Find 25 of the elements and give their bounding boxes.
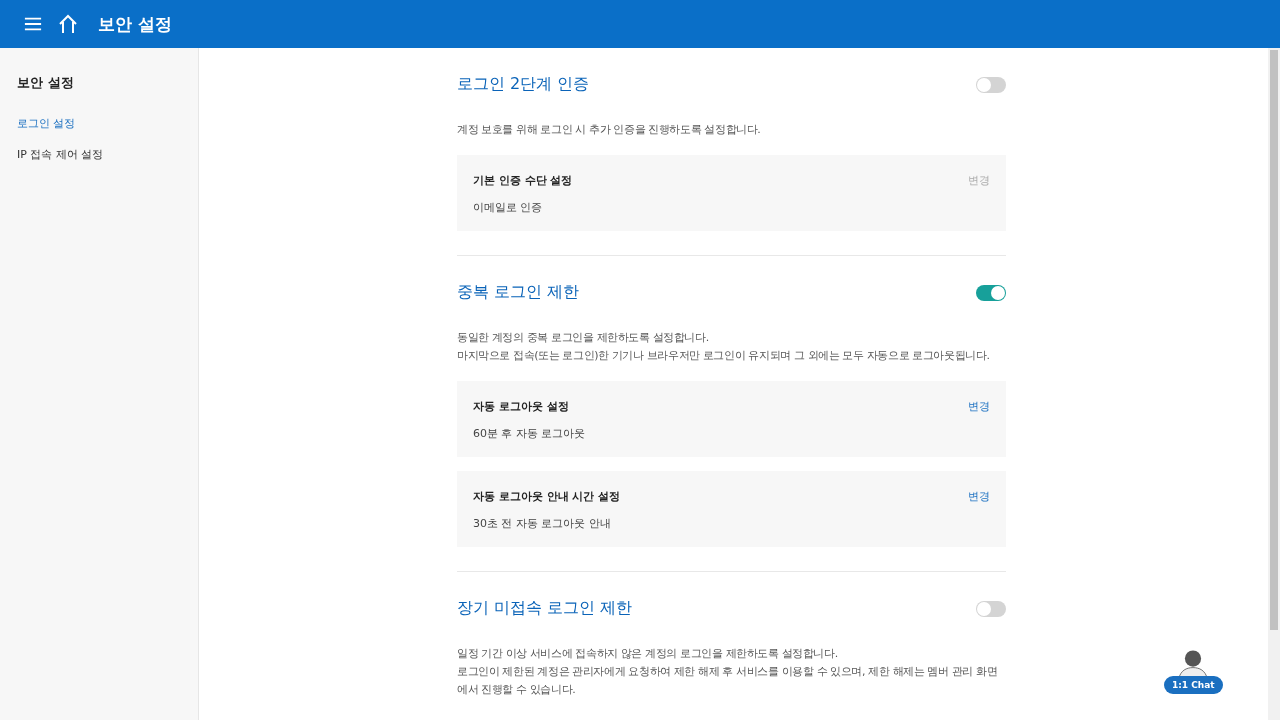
scrollbar[interactable] <box>1268 48 1280 720</box>
sidebar-item[interactable]: 로그인 설정 <box>17 116 76 131</box>
section-description: 일정 기간 이상 서비스에 접속하지 않은 계정의 로그인을 제한하도록 설정합니다. 로그인이 제한된 계정은 관리자에게 요청하여 제한 해제 후 서비스를 이용할 수 있으며, 제한 해제는 멤버 관리 화면에서 진행할 수 있습니다. <box>457 646 999 698</box>
setting-label: 자동 로그아웃 설정 <box>473 399 569 414</box>
toggle-switch[interactable] <box>976 76 1006 93</box>
section-description: 동일한 계정의 중복 로그인을 제한하도록 설정합니다. 마지막으로 접속(또는 로그인)한 기기나 브라우저만 로그인이 유지되며 그 외에는 모두 자동으로 로그아웃됩니다. <box>457 330 991 364</box>
chat-button[interactable]: 1:1 Chat <box>1164 676 1223 694</box>
menu-icon[interactable] <box>24 16 42 32</box>
home-icon[interactable] <box>58 14 78 34</box>
setting-label: 자동 로그아웃 안내 시간 설정 <box>473 489 621 504</box>
section-title: 로그인 2단계 인증 <box>457 74 590 95</box>
toggle-switch[interactable] <box>976 284 1006 301</box>
setting-label: 기본 인증 수단 설정 <box>473 173 573 188</box>
setting-value: 60분 후 자동 로그아웃 <box>473 426 587 441</box>
section-title: 장기 미접속 로그인 제한 <box>457 598 633 619</box>
change-link[interactable]: 변경 <box>968 399 990 414</box>
section-title: 중복 로그인 제한 <box>457 282 580 303</box>
setting-value: 30초 전 자동 로그아웃 안내 <box>473 516 612 531</box>
sidebar-item[interactable]: IP 접속 제어 설정 <box>17 147 104 162</box>
change-link[interactable]: 변경 <box>968 489 990 504</box>
section-description: 계정 보호를 위해 로그인 시 추가 인증을 진행하도록 설정합니다. <box>457 122 762 138</box>
setting-value: 이메일로 인증 <box>473 200 544 215</box>
toggle-switch[interactable] <box>976 600 1006 617</box>
sidebar-title: 보안 설정 <box>17 74 74 92</box>
page-title: 보안 설정 <box>98 12 172 36</box>
